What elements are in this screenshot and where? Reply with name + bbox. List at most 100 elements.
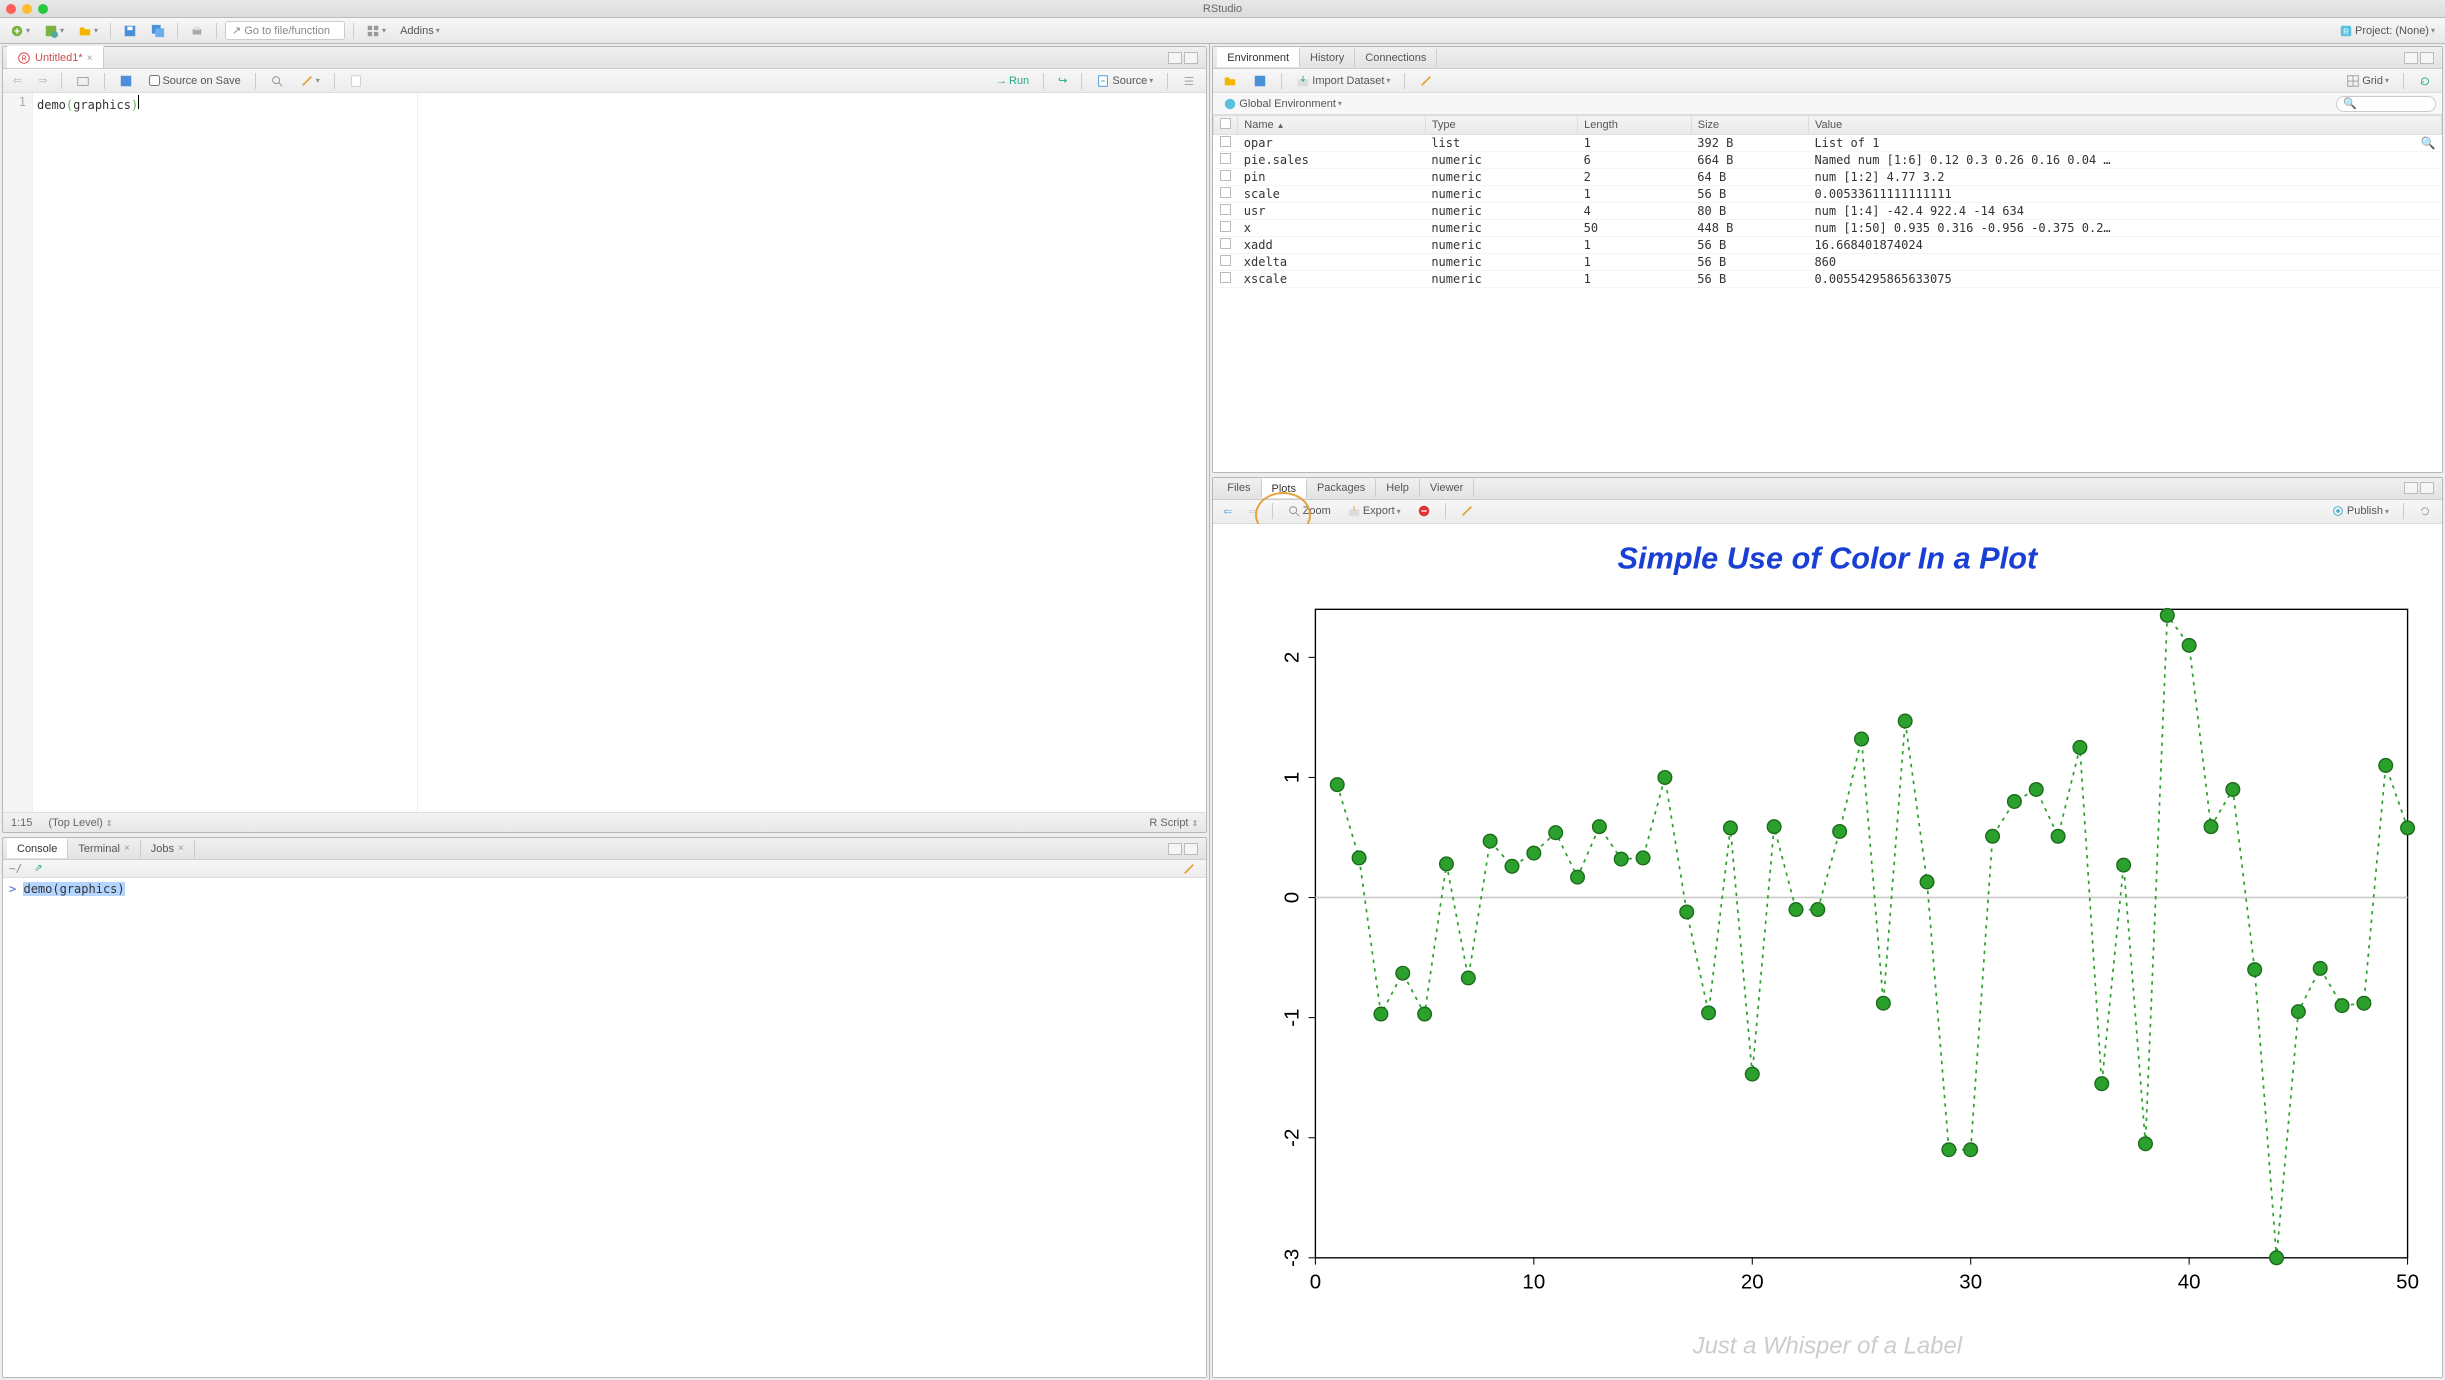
open-file-button[interactable]: ▾ [74, 22, 102, 40]
env-scope-selector[interactable]: Global Environment ▾ [1219, 95, 1346, 113]
minimize-pane-icon[interactable] [1168, 843, 1182, 855]
table-row[interactable]: xscalenumeric156 B0.00554295865633075 [1214, 271, 2442, 288]
new-project-button[interactable]: ▾ [40, 22, 68, 40]
show-in-new-window-button[interactable] [72, 72, 94, 90]
minimize-pane-icon[interactable] [1168, 52, 1182, 64]
clear-env-button[interactable] [1415, 72, 1437, 90]
row-checkbox[interactable] [1220, 153, 1231, 164]
find-button[interactable] [266, 72, 288, 90]
grid-view-button[interactable]: ▾ [362, 22, 390, 40]
save-button[interactable] [119, 22, 141, 40]
window-traffic-lights [6, 4, 48, 14]
row-checkbox[interactable] [1220, 187, 1231, 198]
table-row[interactable]: pinnumeric264 Bnum [1:2] 4.77 3.2 [1214, 169, 2442, 186]
table-row[interactable]: scalenumeric156 B0.00533611111111111 [1214, 186, 2442, 203]
table-row[interactable]: xdeltanumeric156 B860 [1214, 254, 2442, 271]
import-dataset-button[interactable]: Import Dataset ▾ [1292, 72, 1394, 90]
clear-plots-button[interactable] [1456, 502, 1478, 520]
new-file-button[interactable]: ▾ [6, 22, 34, 40]
row-checkbox[interactable] [1220, 136, 1231, 147]
clear-console-button[interactable] [1178, 860, 1200, 878]
maximize-pane-icon[interactable] [1184, 52, 1198, 64]
minimize-window-icon[interactable] [22, 4, 32, 14]
row-checkbox[interactable] [1220, 170, 1231, 181]
zoom-plot-button[interactable]: Zoom [1283, 502, 1335, 520]
minimize-pane-icon[interactable] [2404, 52, 2418, 64]
tab-packages[interactable]: Packages [1307, 479, 1376, 497]
outline-button[interactable] [1178, 72, 1200, 90]
row-checkbox[interactable] [1220, 221, 1231, 232]
col-size[interactable]: Size [1691, 116, 1808, 135]
publish-button[interactable]: Publish ▾ [2327, 502, 2393, 520]
wd-browse-icon[interactable]: ⇗ [30, 861, 46, 876]
tab-console[interactable]: Console [7, 838, 68, 858]
maximize-pane-icon[interactable] [1184, 843, 1198, 855]
row-checkbox[interactable] [1220, 238, 1231, 249]
refresh-env-button[interactable] [2414, 72, 2436, 90]
rerun-button[interactable]: ↪ [1054, 72, 1071, 89]
minimize-pane-icon[interactable] [2404, 482, 2418, 494]
refresh-plot-button[interactable] [2414, 502, 2436, 520]
maximize-window-icon[interactable] [38, 4, 48, 14]
row-checkbox[interactable] [1220, 272, 1231, 283]
tab-help[interactable]: Help [1376, 479, 1420, 497]
col-type[interactable]: Type [1425, 116, 1577, 135]
source-on-save-checkbox[interactable]: Source on Save [145, 73, 244, 89]
tab-plots[interactable]: Plots [1262, 478, 1307, 498]
code-editor[interactable]: 1 demo(graphics) [3, 93, 1206, 812]
tab-history[interactable]: History [1300, 49, 1355, 67]
table-row[interactable]: pie.salesnumeric6664 BNamed num [1:6] 0.… [1214, 152, 2442, 169]
tab-jobs[interactable]: Jobs × [141, 840, 195, 858]
language-selector[interactable]: R Script ⇕ [1149, 817, 1198, 829]
forward-button[interactable]: ⇒ [34, 72, 51, 89]
main-toolbar: ▾ ▾ ▾ ↗ Go to file/function ▾ Addins ▾ R… [0, 18, 2445, 44]
table-row[interactable]: xaddnumeric156 B16.668401874024 [1214, 237, 2442, 254]
svg-text:R: R [21, 56, 26, 63]
next-plot-button[interactable]: ⇒ [1244, 503, 1261, 520]
row-checkbox[interactable] [1220, 204, 1231, 215]
table-row[interactable]: usrnumeric480 Bnum [1:4] -42.4 922.4 -14… [1214, 203, 2442, 220]
project-menu[interactable]: R Project: (None) ▾ [2335, 22, 2439, 40]
tab-environment[interactable]: Environment [1217, 47, 1300, 67]
source-button[interactable]: Source ▾ [1092, 72, 1157, 90]
tab-viewer[interactable]: Viewer [1420, 479, 1474, 497]
scope-selector[interactable]: (Top Level) ⇕ [48, 817, 112, 829]
save-all-button[interactable] [147, 22, 169, 40]
table-row[interactable]: oparlist1392 BList of 1🔍 [1214, 135, 2442, 152]
export-plot-button[interactable]: Export ▾ [1343, 502, 1405, 520]
code-tools-button[interactable]: ▾ [296, 72, 324, 90]
select-all-checkbox[interactable] [1220, 118, 1231, 129]
prev-plot-button[interactable]: ⇐ [1219, 503, 1236, 520]
save-file-button[interactable] [115, 72, 137, 90]
tab-files[interactable]: Files [1217, 479, 1261, 497]
col-name[interactable]: Name ▲ [1238, 116, 1426, 135]
plots-tabbar: Files Plots Packages Help Viewer [1213, 478, 2442, 500]
run-button[interactable]: →Run [992, 73, 1033, 89]
tab-connections[interactable]: Connections [1355, 49, 1437, 67]
back-button[interactable]: ⇐ [9, 72, 26, 89]
env-search-input[interactable] [2336, 96, 2436, 112]
save-workspace-button[interactable] [1249, 72, 1271, 90]
close-window-icon[interactable] [6, 4, 16, 14]
env-grid[interactable]: Name ▲ Type Length Size Value oparlist13… [1213, 115, 2442, 472]
code-area[interactable]: demo(graphics) [33, 93, 1206, 812]
maximize-pane-icon[interactable] [2420, 482, 2434, 494]
goto-file-input[interactable]: ↗ Go to file/function [225, 21, 345, 40]
load-workspace-button[interactable] [1219, 72, 1241, 90]
col-value[interactable]: Value [1808, 116, 2441, 135]
col-length[interactable]: Length [1578, 116, 1692, 135]
row-checkbox[interactable] [1220, 255, 1231, 266]
source-tab[interactable]: R Untitled1* × [7, 46, 104, 68]
console-output[interactable]: > demo(graphics) [3, 878, 1206, 1377]
close-tab-icon[interactable]: × [87, 53, 93, 64]
titlebar: RStudio [0, 0, 2445, 18]
table-row[interactable]: xnumeric50448 Bnum [1:50] 0.935 0.316 -0… [1214, 220, 2442, 237]
maximize-pane-icon[interactable] [2420, 52, 2434, 64]
addins-button[interactable]: Addins ▾ [396, 23, 444, 39]
grid-view-toggle[interactable]: Grid ▾ [2342, 72, 2393, 90]
remove-plot-button[interactable] [1413, 502, 1435, 520]
environment-pane: Environment History Connections Import D… [1212, 46, 2443, 473]
tab-terminal[interactable]: Terminal × [68, 840, 140, 858]
print-button[interactable] [186, 22, 208, 40]
compile-report-button[interactable] [345, 72, 367, 90]
